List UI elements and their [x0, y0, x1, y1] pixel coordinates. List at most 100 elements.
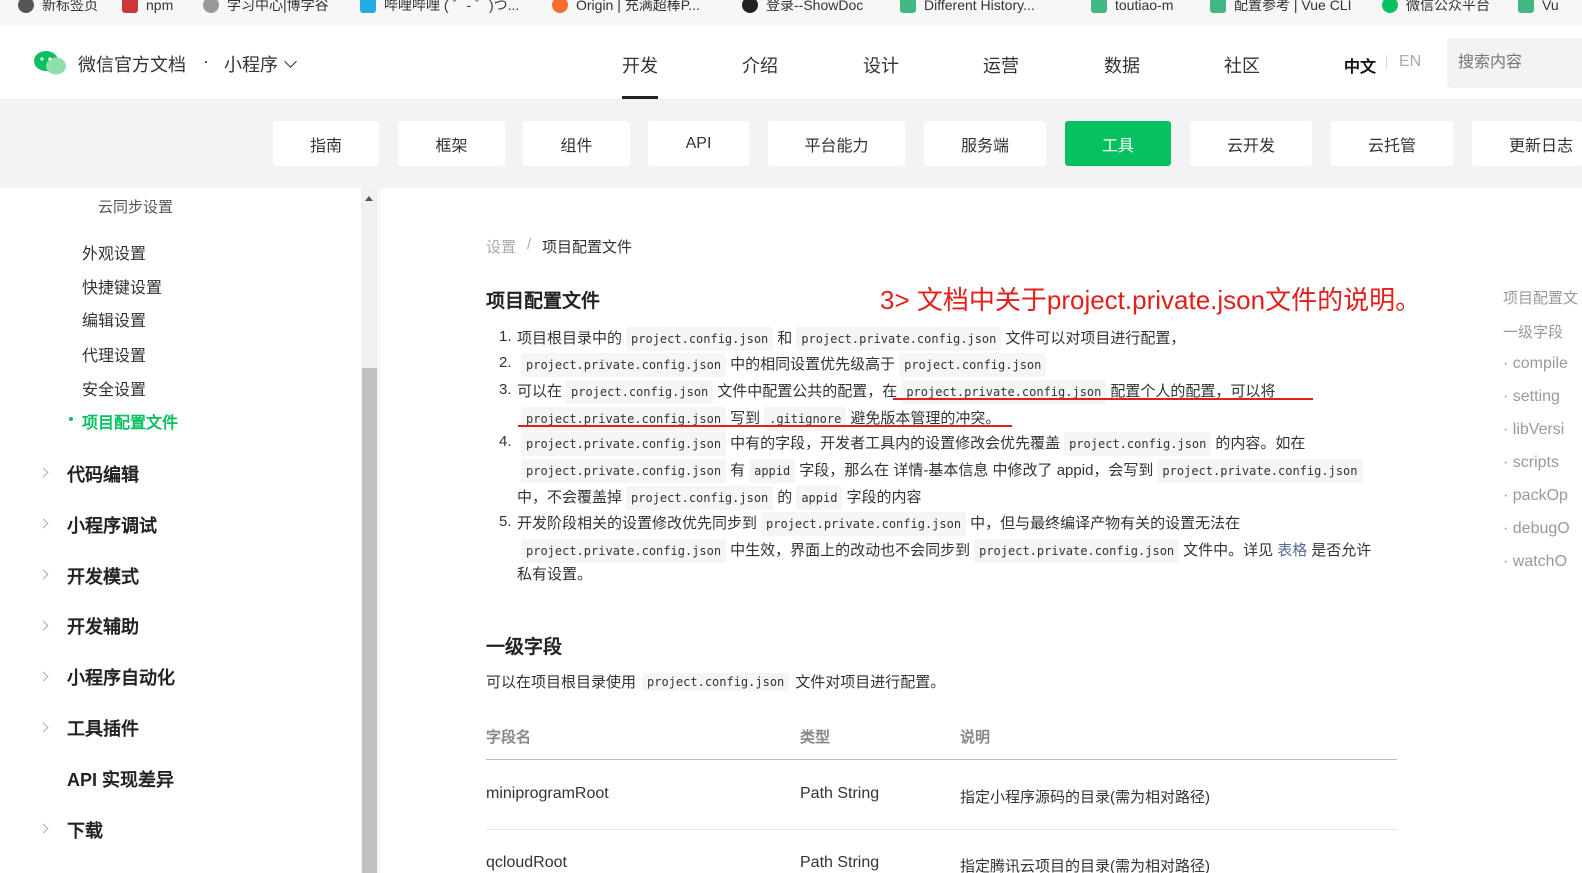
- inline-code: .gitignore: [764, 407, 847, 431]
- bookmark-vue-cli[interactable]: 配置参考 | Vue CLI: [1210, 0, 1351, 18]
- nav-data[interactable]: 数据: [1104, 52, 1140, 78]
- sidebar-scrollbar[interactable]: [361, 188, 378, 873]
- bookmark-npm[interactable]: npm: [122, 0, 173, 18]
- red-annotation-text: 3> 文档中关于project.private.json文件的说明。: [880, 285, 1422, 315]
- subnav-platform[interactable]: 平台能力: [768, 121, 905, 166]
- section-title: 一级字段: [486, 637, 563, 658]
- toc-item[interactable]: · scripts: [1503, 454, 1559, 472]
- list-item-4-line1: project.private.config.json 中有的字段，开发者工具内的…: [517, 432, 1305, 456]
- subnav-changelog[interactable]: 更新日志: [1472, 121, 1582, 166]
- search-input[interactable]: [1447, 38, 1582, 88]
- inline-code: project.private.config.json: [521, 432, 727, 456]
- brand-title[interactable]: 微信官方文档: [78, 51, 186, 77]
- table-cell: miniprogramRoot: [486, 785, 609, 802]
- nav-community[interactable]: 社区: [1224, 52, 1260, 78]
- bookmark-vue[interactable]: Vu: [1518, 0, 1559, 18]
- sidebar-section-automation[interactable]: 小程序自动化: [67, 664, 175, 690]
- sidebar-section-download[interactable]: 下载: [67, 817, 103, 843]
- inline-code: project.private.config.json: [761, 512, 967, 536]
- active-dot-icon: [69, 417, 73, 421]
- chevron-right-icon[interactable]: [38, 620, 49, 631]
- table-cell: 指定腾讯云项目的目录(需为相对路径): [960, 858, 1210, 873]
- nav-intro[interactable]: 介绍: [742, 52, 778, 78]
- bookmark-new-tab[interactable]: 新标签页: [18, 0, 98, 18]
- table-header-divider: [486, 759, 1397, 760]
- sidebar-item-editor[interactable]: 编辑设置: [82, 307, 146, 331]
- sidebar-section-dev-mode[interactable]: 开发模式: [67, 563, 139, 589]
- sidebar-section-api-diff[interactable]: API 实现差异: [67, 766, 174, 792]
- subnav-api[interactable]: API: [648, 121, 749, 166]
- toc-item[interactable]: · libVersi: [1503, 421, 1564, 439]
- inline-code: project.private.config.json: [901, 380, 1107, 404]
- lang-zh-link[interactable]: 中文: [1344, 53, 1376, 77]
- sidebar-section-dev-assist[interactable]: 开发辅助: [67, 613, 139, 639]
- scroll-up-arrow-icon[interactable]: [365, 196, 373, 201]
- sidebar-item-project-config[interactable]: 项目配置文件: [82, 409, 178, 433]
- bookmark-wechat-mp[interactable]: 微信公众平台: [1382, 0, 1490, 18]
- sidebar-section-code-edit[interactable]: 代码编辑: [67, 461, 139, 487]
- vue-icon: [1210, 0, 1226, 13]
- nav-develop[interactable]: 开发: [622, 52, 658, 99]
- nav-design[interactable]: 设计: [863, 52, 899, 78]
- list-item-5-line1: 开发阶段相关的设置修改优先同步到 project.private.config.j…: [517, 512, 1240, 536]
- vue-icon: [900, 0, 916, 13]
- product-selector[interactable]: 小程序: [224, 51, 297, 77]
- sidebar-section-debug[interactable]: 小程序调试: [67, 512, 157, 538]
- scrollbar-thumb[interactable]: [362, 368, 377, 873]
- toc-item[interactable]: · debugO: [1503, 520, 1570, 538]
- bookmark-toutiao[interactable]: toutiao-m: [1091, 0, 1173, 18]
- sidebar-item-proxy[interactable]: 代理设置: [82, 342, 146, 366]
- subnav-cloud-hosting[interactable]: 云托管: [1331, 121, 1453, 166]
- chevron-right-icon[interactable]: [38, 671, 49, 682]
- lang-en-link[interactable]: EN: [1399, 53, 1421, 71]
- sub-navigation: 指南 框架 组件 API 平台能力 服务端 工具 云开发 云托管 更新日志: [0, 100, 1582, 188]
- breadcrumb-parent[interactable]: 设置: [486, 236, 516, 257]
- chevron-right-icon[interactable]: [38, 823, 49, 834]
- table-header-field: 字段名: [486, 729, 532, 746]
- brand-separator: ·: [203, 51, 209, 71]
- nav-operation[interactable]: 运营: [983, 52, 1019, 78]
- sidebar-item-security[interactable]: 安全设置: [82, 376, 146, 400]
- inline-code: project.config.json: [566, 380, 714, 404]
- toc-item[interactable]: · watchO: [1503, 553, 1567, 571]
- chevron-right-icon[interactable]: [38, 569, 49, 580]
- table-header-desc: 说明: [960, 729, 991, 746]
- inline-code: project.config.json: [626, 486, 774, 510]
- toc-item[interactable]: 项目配置文: [1503, 287, 1578, 308]
- sidebar-item-cloud-sync[interactable]: 云同步设置: [98, 196, 173, 217]
- subnav-framework[interactable]: 框架: [398, 121, 505, 166]
- subnav-components[interactable]: 组件: [523, 121, 630, 166]
- subnav-tools[interactable]: 工具: [1065, 121, 1171, 166]
- bookmark-boxuegu[interactable]: 学习中心|博学谷: [203, 0, 329, 18]
- chevron-right-icon[interactable]: [38, 518, 49, 529]
- wechat-logo-icon[interactable]: [33, 50, 67, 76]
- inline-code: project.private.config.json: [974, 539, 1180, 563]
- cloud-icon: [203, 0, 219, 13]
- sidebar-item-shortcuts[interactable]: 快捷键设置: [82, 274, 162, 298]
- list-number: 4.: [499, 433, 512, 450]
- list-number: 2.: [499, 354, 512, 371]
- sidebar-section-plugins[interactable]: 工具插件: [67, 715, 139, 741]
- bookmark-origin[interactable]: Origin | 充满超棒P...: [552, 0, 700, 18]
- sidebar: 云同步设置 外观设置 快捷键设置 编辑设置 代理设置 安全设置 项目配置文件 代…: [0, 188, 380, 873]
- sidebar-item-appearance[interactable]: 外观设置: [82, 240, 146, 264]
- inline-code: project.private.config.json: [521, 459, 727, 483]
- list-item-5-line2: project.private.config.json 中生效，界面上的改动也不会…: [517, 539, 1371, 563]
- toc-item[interactable]: 一级字段: [1503, 321, 1563, 342]
- table-link[interactable]: 表格: [1277, 541, 1307, 561]
- subnav-guide[interactable]: 指南: [273, 121, 379, 166]
- bookmark-different-history[interactable]: Different History...: [900, 0, 1035, 18]
- product-label: 小程序: [224, 55, 278, 75]
- subnav-cloud-dev[interactable]: 云开发: [1190, 121, 1312, 166]
- list-item-3-line2: project.private.config.json 写到 .gitignore 避…: [517, 407, 1000, 431]
- toc-item[interactable]: · compile: [1503, 355, 1568, 373]
- bookmark-bilibili[interactable]: 哔哩哔哩 ( ゜- ゜)つ...: [360, 0, 519, 18]
- inline-code: project.private.config.json: [1157, 459, 1363, 483]
- list-number: 3.: [499, 381, 512, 398]
- toc-item[interactable]: · setting: [1503, 388, 1560, 406]
- bookmark-showdoc[interactable]: 登录--ShowDoc: [742, 0, 863, 18]
- toc-item[interactable]: · packOp: [1503, 487, 1568, 505]
- subnav-server[interactable]: 服务端: [924, 121, 1046, 166]
- chevron-right-icon[interactable]: [38, 467, 49, 478]
- chevron-right-icon[interactable]: [38, 722, 49, 733]
